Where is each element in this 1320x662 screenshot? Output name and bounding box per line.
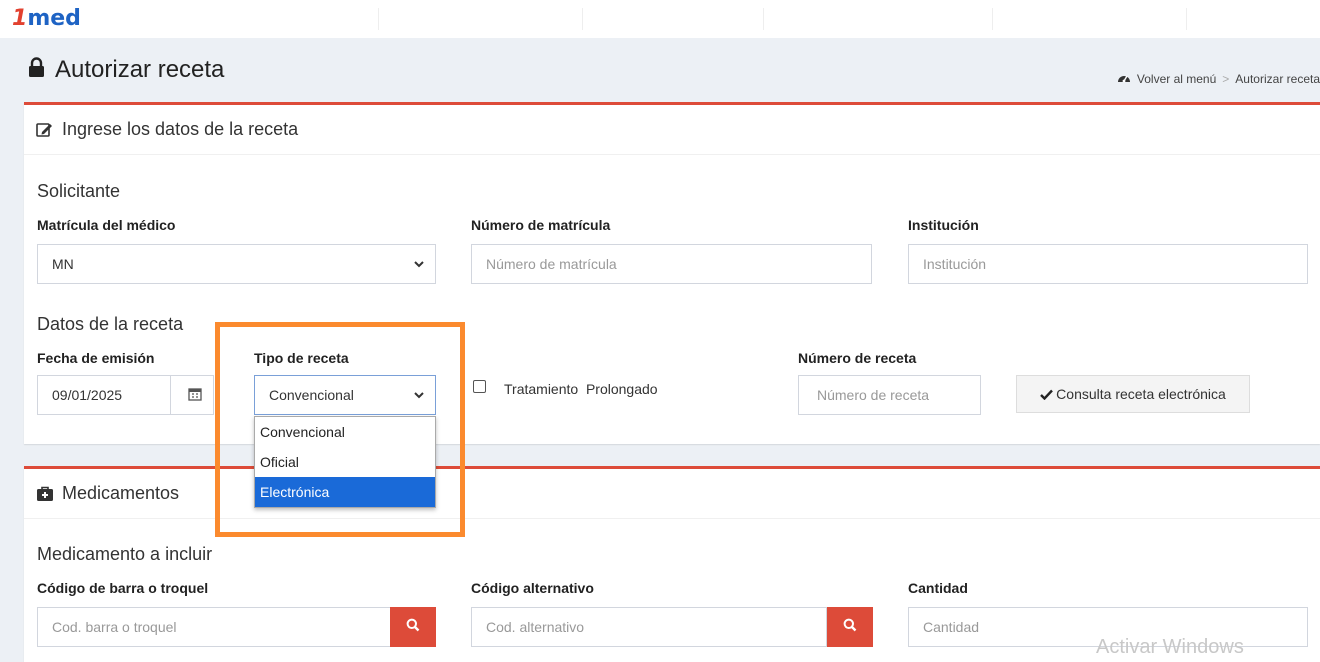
breadcrumb: Volver al menú > Autorizar receta bbox=[1117, 71, 1320, 86]
consulta-button-label: Consulta receta electrónica bbox=[1056, 386, 1226, 402]
date-addon-divider bbox=[170, 376, 171, 414]
receta-box-header: Ingrese los datos de la receta bbox=[24, 105, 1320, 155]
page-title: Autorizar receta bbox=[28, 56, 224, 84]
medicamentos-box-title: Medicamentos bbox=[62, 483, 180, 503]
label-institucion: Institución bbox=[908, 217, 979, 233]
input-codigo-alternativo-placeholder: Cod. alternativo bbox=[486, 619, 585, 635]
lock-icon bbox=[28, 56, 45, 84]
label-matricula-medico: Matrícula del médico bbox=[37, 217, 176, 233]
input-numero-matricula[interactable]: Número de matrícula bbox=[471, 244, 872, 284]
consulta-receta-electronica-button[interactable]: Consulta receta electrónica bbox=[1016, 375, 1250, 413]
input-fecha-value: 09/01/2025 bbox=[52, 387, 123, 403]
label-codigo-barra: Código de barra o troquel bbox=[37, 580, 209, 596]
label-tratamiento-prolongado: Tratamiento Prolongado bbox=[504, 381, 658, 397]
tipo-receta-dropdown-list: Convencional Oficial Electrónica bbox=[254, 416, 436, 508]
input-codigo-barra-placeholder: Cod. barra o troquel bbox=[52, 619, 177, 635]
label-cantidad: Cantidad bbox=[908, 580, 968, 596]
dropdown-option-oficial[interactable]: Oficial bbox=[255, 447, 435, 477]
label-numero-matricula: Número de matrícula bbox=[471, 217, 611, 233]
medkit-icon bbox=[36, 486, 54, 502]
navbar-divider bbox=[582, 8, 583, 30]
label-fecha-emision: Fecha de emisión bbox=[37, 350, 155, 366]
receta-box-title: Ingrese los datos de la receta bbox=[62, 119, 299, 139]
navbar-divider bbox=[1186, 8, 1187, 30]
navbar-divider bbox=[763, 8, 764, 30]
label-numero-receta: Número de receta bbox=[798, 350, 917, 366]
input-institucion-placeholder: Institución bbox=[923, 256, 987, 272]
search-codigo-barra-button[interactable] bbox=[390, 607, 436, 647]
dropdown-option-electronica[interactable]: Electrónica bbox=[255, 477, 435, 507]
checkbox-tratamiento-prolongado[interactable] bbox=[473, 380, 486, 393]
breadcrumb-current: Autorizar receta bbox=[1235, 71, 1320, 86]
breadcrumb-home-link[interactable]: Volver al menú bbox=[1137, 72, 1216, 86]
search-icon bbox=[843, 618, 857, 637]
input-codigo-alternativo[interactable]: Cod. alternativo bbox=[471, 607, 827, 647]
dropdown-option-convencional[interactable]: Convencional bbox=[255, 417, 435, 447]
breadcrumb-separator: > bbox=[1222, 71, 1230, 86]
search-icon bbox=[406, 618, 420, 637]
top-navbar: 1med bbox=[0, 0, 1320, 38]
chevron-down-icon bbox=[413, 388, 425, 404]
search-codigo-alternativo-button[interactable] bbox=[827, 607, 873, 647]
dashboard-icon bbox=[1117, 71, 1131, 86]
medicamentos-box-header: Medicamentos bbox=[24, 469, 1320, 519]
input-institucion[interactable]: Institución bbox=[908, 244, 1308, 284]
input-numero-receta-placeholder: Número de receta bbox=[817, 387, 930, 403]
app-logo[interactable]: 1med bbox=[12, 6, 81, 31]
select-tipo-receta[interactable]: Convencional bbox=[254, 375, 436, 415]
select-matricula-medico-value: MN bbox=[52, 256, 74, 272]
input-cantidad-placeholder: Cantidad bbox=[923, 619, 980, 635]
edit-icon bbox=[36, 122, 54, 138]
section-solicitante: Solicitante bbox=[37, 181, 121, 201]
label-codigo-alternativo: Código alternativo bbox=[471, 580, 594, 596]
input-numero-receta[interactable]: Número de receta bbox=[798, 375, 981, 415]
select-tipo-receta-value: Convencional bbox=[269, 387, 354, 403]
section-datos-receta: Datos de la receta bbox=[37, 314, 184, 334]
input-codigo-barra[interactable]: Cod. barra o troquel bbox=[37, 607, 391, 647]
section-medicamento-incluir: Medicamento a incluir bbox=[37, 544, 213, 564]
navbar-divider bbox=[992, 8, 993, 30]
page-title-text: Autorizar receta bbox=[55, 56, 225, 83]
calendar-icon[interactable] bbox=[188, 387, 202, 404]
input-numero-matricula-placeholder: Número de matrícula bbox=[486, 256, 617, 272]
check-icon bbox=[1040, 389, 1054, 400]
chevron-down-icon bbox=[413, 257, 425, 273]
label-tipo-receta: Tipo de receta bbox=[254, 350, 349, 366]
input-fecha-emision[interactable]: 09/01/2025 bbox=[37, 375, 214, 415]
select-matricula-medico[interactable]: MN bbox=[37, 244, 436, 284]
navbar-divider bbox=[378, 8, 379, 30]
windows-activation-watermark: Activar Windows bbox=[1096, 636, 1244, 658]
